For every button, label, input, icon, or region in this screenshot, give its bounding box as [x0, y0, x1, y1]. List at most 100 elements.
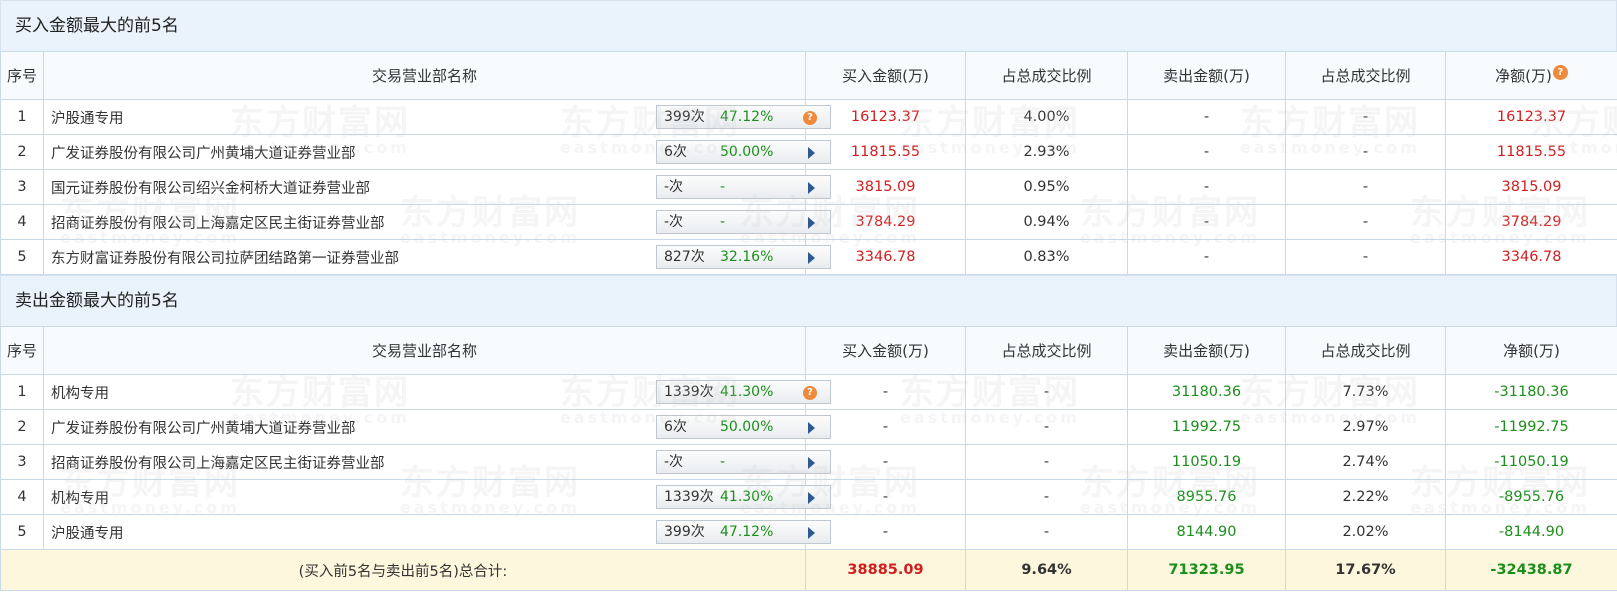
row-rank: 3 [0, 169, 44, 205]
net-amount: -31180.36 [1445, 374, 1617, 410]
broker-name-link[interactable]: 机构专用 [51, 386, 109, 402]
table-row: 3 国元证券股份有限公司绍兴金柯桥大道证券营业部 -次 - 3815.09 0.95% - -… [0, 169, 1617, 205]
broker-cell: 沪股通专用 399次 47.12%? [43, 99, 831, 135]
net-amount: 3784.29 [1445, 204, 1617, 240]
broker-cell: 广发证券股份有限公司广州黄埔大道证券营业部 6次 50.00% [43, 134, 831, 170]
broker-name-link[interactable]: 机构专用 [51, 491, 109, 507]
broker-name-link[interactable]: 沪股通专用 [51, 111, 124, 127]
sell-ratio: 2.02% [1285, 514, 1446, 550]
broker-cell: 机构专用 1339次 41.30%? [43, 374, 831, 410]
row-rank: 3 [0, 444, 44, 480]
broker-stats-toggle[interactable]: 1339次 41.30%? [656, 380, 831, 404]
broker-win-rate: 41.30% [720, 384, 774, 400]
sell-amount: 8955.76 [1127, 479, 1286, 515]
play-arrow-icon[interactable] [808, 252, 815, 264]
col-header-net-label: 净额(万) [1495, 67, 1552, 85]
sell-ratio: 2.97% [1285, 409, 1446, 445]
broker-cell: 机构专用 1339次 41.30% [43, 479, 831, 515]
question-icon[interactable]: ? [803, 386, 817, 400]
broker-win-rate: 41.30% [720, 489, 774, 505]
broker-name-link[interactable]: 招商证券股份有限公司上海嘉定区民主街证券营业部 [51, 456, 385, 472]
col-header-sell-amount: 卖出金额(万) [1127, 326, 1286, 375]
buy-section-title: 买入金额最大的前5名 [0, 0, 1617, 51]
row-rank: 1 [0, 374, 44, 410]
broker-name-link[interactable]: 广发证券股份有限公司广州黄埔大道证券营业部 [51, 146, 356, 162]
buy-ratio: 2.93% [965, 134, 1128, 170]
col-header-buy-ratio: 占总成交比例 [965, 326, 1128, 375]
broker-times: 399次 [664, 109, 705, 125]
play-arrow-icon[interactable] [808, 217, 815, 229]
broker-win-rate: - [720, 454, 726, 470]
broker-stats-toggle[interactable]: 1339次 41.30% [656, 485, 831, 509]
buy-table-header: 序号 交易营业部名称 买入金额(万) 占总成交比例 卖出金额(万) 占总成交比例… [0, 51, 1617, 100]
col-header-buy-amount: 买入金额(万) [805, 51, 966, 100]
table-row: 4 机构专用 1339次 41.30% - -8955.76 2.22% -8955.76 [0, 479, 1617, 515]
broker-stats-toggle[interactable]: 6次 50.00% [656, 140, 831, 164]
col-header-buy-ratio: 占总成交比例 [965, 51, 1128, 100]
broker-name-link[interactable]: 招商证券股份有限公司上海嘉定区民主街证券营业部 [51, 216, 385, 232]
sell-table-header: 序号 交易营业部名称 买入金额(万) 占总成交比例 卖出金额(万) 占总成交比例… [0, 326, 1617, 375]
broker-times: 1339次 [664, 384, 714, 400]
broker-stats-toggle[interactable]: 827次 32.16% [656, 245, 831, 269]
broker-times: 827次 [664, 249, 705, 265]
broker-stats-toggle[interactable]: -次 - [656, 450, 831, 474]
table-row: 5 沪股通专用 399次 47.12% - -8144.90 2.02% -8144.90 [0, 514, 1617, 550]
sell-table: 序号 交易营业部名称 买入金额(万) 占总成交比例 卖出金额(万) 占总成交比例… [0, 326, 1617, 591]
table-row: 5 东方财富证券股份有限公司拉萨团结路第一证券营业部 827次 32.16% 3346.… [0, 239, 1617, 275]
sell-ratio: - [1285, 99, 1446, 135]
net-amount: 3815.09 [1445, 169, 1617, 205]
col-header-buy-amount: 买入金额(万) [805, 326, 966, 375]
row-rank: 2 [0, 134, 44, 170]
col-header-broker: 交易营业部名称 [43, 326, 806, 375]
broker-times: 399次 [664, 524, 705, 540]
broker-stats-toggle[interactable]: 399次 47.12% [656, 520, 831, 544]
table-row: 1 沪股通专用 399次 47.12%? 16123.37 4.00% - -16123.37 [0, 99, 1617, 135]
sell-amount: - [1127, 99, 1286, 135]
row-rank: 2 [0, 409, 44, 445]
table-row: 4 招商证券股份有限公司上海嘉定区民主街证券营业部 -次 -3784.29 0.94% -… [0, 204, 1617, 240]
play-arrow-icon[interactable] [808, 492, 815, 504]
col-header-rank: 序号 [0, 326, 44, 375]
play-arrow-icon[interactable] [808, 182, 815, 194]
net-amount: -11050.19 [1445, 444, 1617, 480]
total-buy: 38885.09 [805, 549, 966, 591]
sell-ratio: - [1285, 169, 1446, 205]
broker-win-rate: - [720, 179, 726, 195]
row-rank: 4 [0, 204, 44, 240]
play-arrow-icon[interactable] [808, 457, 815, 469]
broker-stats-toggle[interactable]: 399次 47.12%? [656, 105, 831, 129]
broker-name-link[interactable]: 东方财富证券股份有限公司拉萨团结路第一证券营业部 [51, 251, 399, 267]
row-rank: 5 [0, 514, 44, 550]
sell-amount: 11050.19 [1127, 444, 1286, 480]
buy-ratio: 0.83% [965, 239, 1128, 275]
col-header-sell-amount: 卖出金额(万) [1127, 51, 1286, 100]
play-arrow-icon[interactable] [808, 422, 815, 434]
sell-ratio: 7.73% [1285, 374, 1446, 410]
broker-cell: 东方财富证券股份有限公司拉萨团结路第一证券营业部 827次 32.16% [43, 239, 831, 275]
broker-name-link[interactable]: 沪股通专用 [51, 526, 124, 542]
sell-ratio: 2.22% [1285, 479, 1446, 515]
broker-name-link[interactable]: 国元证券股份有限公司绍兴金柯桥大道证券营业部 [51, 181, 370, 197]
buy-ratio: 0.95% [965, 169, 1128, 205]
broker-stats-toggle[interactable]: -次 - [656, 175, 831, 199]
broker-name-link[interactable]: 广发证券股份有限公司广州黄埔大道证券营业部 [51, 421, 356, 437]
sell-ratio: - [1285, 134, 1446, 170]
broker-stats-toggle[interactable]: 6次 50.00% [656, 415, 831, 439]
sell-ratio: - [1285, 239, 1446, 275]
broker-times: -次 [664, 454, 684, 470]
broker-stats-toggle[interactable]: -次 - [656, 210, 831, 234]
broker-cell: 沪股通专用 399次 47.12% [43, 514, 831, 550]
broker-cell: 国元证券股份有限公司绍兴金柯桥大道证券营业部 -次 - [43, 169, 831, 205]
col-header-rank: 序号 [0, 51, 44, 100]
col-header-sell-ratio: 占总成交比例 [1285, 326, 1446, 375]
sell-amount: - [1127, 204, 1286, 240]
play-arrow-icon[interactable] [808, 527, 815, 539]
net-amount: -8955.76 [1445, 479, 1617, 515]
play-arrow-icon[interactable] [808, 147, 815, 159]
broker-cell: 招商证券股份有限公司上海嘉定区民主街证券营业部 -次 - [43, 444, 831, 480]
broker-cell: 广发证券股份有限公司广州黄埔大道证券营业部 6次 50.00% [43, 409, 831, 445]
broker-win-rate: 47.12% [720, 109, 774, 125]
question-icon[interactable]: ? [803, 111, 817, 125]
table-row: 2 广发证券股份有限公司广州黄埔大道证券营业部 6次 50.00% 11815.55 2.… [0, 134, 1617, 170]
help-icon[interactable]: ? [1552, 65, 1568, 80]
